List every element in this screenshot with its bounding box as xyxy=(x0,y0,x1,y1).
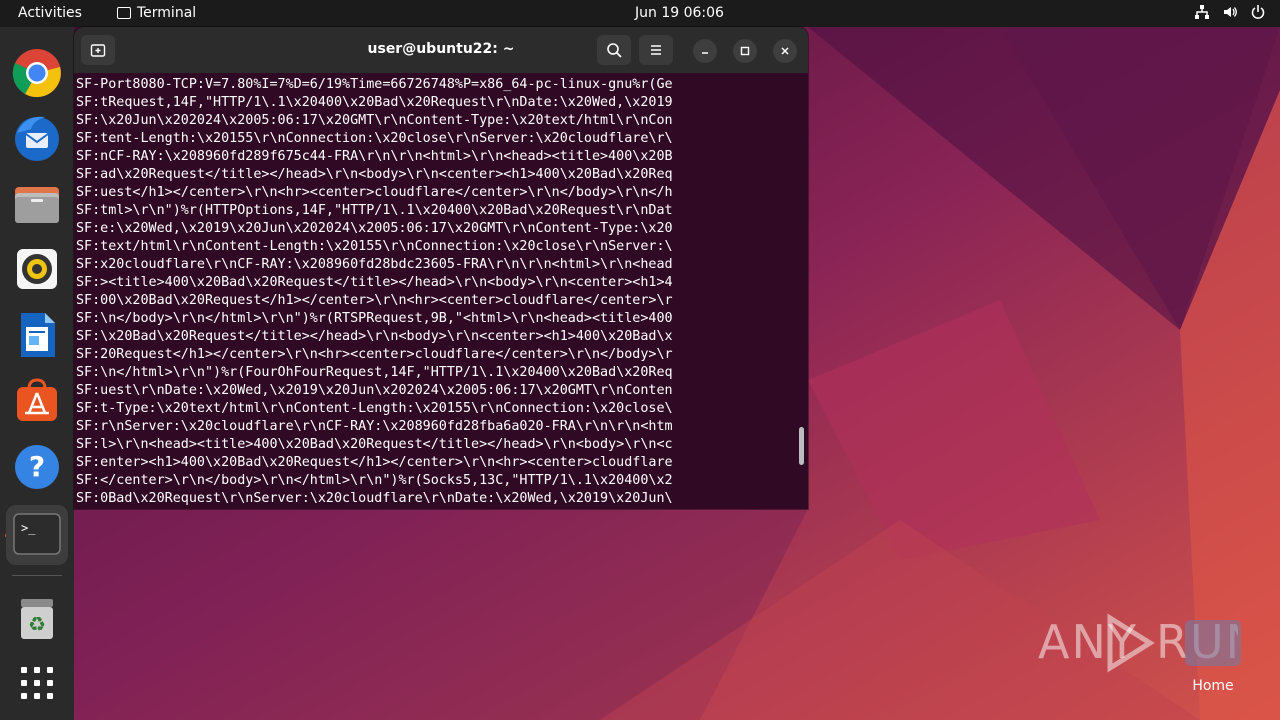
help-icon[interactable]: ? xyxy=(11,441,63,493)
show-apps-icon[interactable] xyxy=(11,657,63,709)
svg-text:♻: ♻ xyxy=(28,612,46,636)
minimize-button[interactable] xyxy=(693,39,717,63)
system-tray[interactable] xyxy=(1194,4,1266,20)
search-icon xyxy=(607,43,622,58)
activities-button[interactable]: Activities xyxy=(18,5,82,21)
home-folder-icon xyxy=(1185,620,1241,666)
terminal-icon xyxy=(117,7,131,19)
volume-icon xyxy=(1222,4,1238,20)
top-bar: Activities Terminal Jun 19 06:06 xyxy=(0,0,1280,27)
terminal-line: SF:uest</h1></center>\r\n<hr><center>clo… xyxy=(76,185,673,200)
svg-text:>_: >_ xyxy=(21,521,36,535)
terminal-line: SF:\n</body>\r\n</html>\r\n")%r(RTSPRequ… xyxy=(76,311,673,326)
terminal-line: SF:00\x20Bad\x20Request</h1></center>\r\… xyxy=(76,293,673,308)
terminal-line: SF:tent-Length:\x20155\r\nConnection:\x2… xyxy=(76,131,673,146)
close-button[interactable] xyxy=(773,39,797,63)
close-icon xyxy=(781,47,789,55)
terminal-window[interactable]: user@ubuntu22: ~ SF-Port8080-TCP:V=7.80%… xyxy=(74,27,808,509)
home-folder-shortcut[interactable]: Home xyxy=(1184,620,1242,694)
terminal-line: SF:e:\x20Wed,\x2019\x20Jun\x202024\x2005… xyxy=(76,221,673,236)
trash-icon[interactable]: ♻ xyxy=(11,593,63,645)
clock[interactable]: Jun 19 06:06 xyxy=(635,5,724,21)
terminal-line: SF:nCF-RAY:\x208960fd289f675c44-FRA\r\n\… xyxy=(76,149,673,164)
menu-button[interactable] xyxy=(639,35,673,65)
terminal-line: SF:text/html\r\nContent-Length:\x20155\r… xyxy=(76,239,673,254)
maximize-icon xyxy=(740,46,750,56)
terminal-line: SF:0Bad\x20Request\r\nServer:\x20cloudfl… xyxy=(76,491,673,506)
terminal-line: SF:tml>\r\n")%r(HTTPOptions,14F,"HTTP/1\… xyxy=(76,203,673,218)
terminal-line: SF:20Request</h1></center>\r\n<hr><cente… xyxy=(76,347,673,362)
search-button[interactable] xyxy=(597,35,631,65)
home-label: Home xyxy=(1192,678,1234,694)
terminal-line: SF:t-Type:\x20text/html\r\nContent-Lengt… xyxy=(76,401,673,416)
chrome-icon[interactable] xyxy=(11,47,63,99)
svg-text:?: ? xyxy=(29,450,45,483)
terminal-line: SF:</center>\r\n</body>\r\n</html>\r\n")… xyxy=(76,473,673,488)
dock: ? >_ ♻ xyxy=(0,27,74,720)
app-name: Terminal xyxy=(137,5,197,21)
dock-separator xyxy=(12,575,62,576)
scrollbar-thumb[interactable] xyxy=(799,427,804,465)
network-icon xyxy=(1194,4,1210,20)
terminal-line: SF:\n</html>\r\n")%r(FourOhFourRequest,1… xyxy=(76,365,673,380)
terminal-line: SF:enter><h1>400\x20Bad\x20Request</h1><… xyxy=(76,455,673,470)
terminal-output[interactable]: SF-Port8080-TCP:V=7.80%I=7%D=6/19%Time=6… xyxy=(74,73,798,509)
thunderbird-icon[interactable] xyxy=(11,111,63,163)
terminal-line: SF:uest\r\nDate:\x20Wed,\x2019\x20Jun\x2… xyxy=(76,383,673,398)
maximize-button[interactable] xyxy=(733,39,757,63)
terminal-line: SF:><title>400\x20Bad\x20Request</title>… xyxy=(76,275,673,290)
terminal-line: SF:\x20Bad\x20Request</title></head>\r\n… xyxy=(76,329,673,344)
terminal-line: SF:ad\x20Request</title></head>\r\n<body… xyxy=(76,167,673,182)
app-menu[interactable]: Terminal xyxy=(117,5,196,21)
hamburger-icon xyxy=(651,45,661,55)
terminal-line: SF:x20cloudflare\r\nCF-RAY:\x208960fd28b… xyxy=(76,257,673,272)
app-center-icon[interactable] xyxy=(11,375,63,427)
terminal-line: SF:\x20Jun\x202024\x2005:06:17\x20GMT\r\… xyxy=(76,113,673,128)
terminal-icon[interactable]: >_ xyxy=(6,505,68,565)
terminal-line: SF:tRequest,14F,"HTTP/1\.1\x20400\x20Bad… xyxy=(76,95,673,110)
files-icon[interactable] xyxy=(11,177,63,229)
rhythmbox-icon[interactable] xyxy=(11,243,63,295)
terminal-line: SF:r\nServer:\x20cloudflare\r\nCF-RAY:\x… xyxy=(76,419,673,434)
power-icon xyxy=(1250,4,1266,20)
minimize-icon xyxy=(702,52,708,54)
terminal-line: SF:l>\r\n<head><title>400\x20Bad\x20Requ… xyxy=(76,437,673,452)
terminal-line: SF-Port8080-TCP:V=7.80%I=7%D=6/19%Time=6… xyxy=(76,77,673,92)
writer-icon[interactable] xyxy=(11,309,63,361)
terminal-headerbar[interactable]: user@ubuntu22: ~ xyxy=(74,27,808,73)
